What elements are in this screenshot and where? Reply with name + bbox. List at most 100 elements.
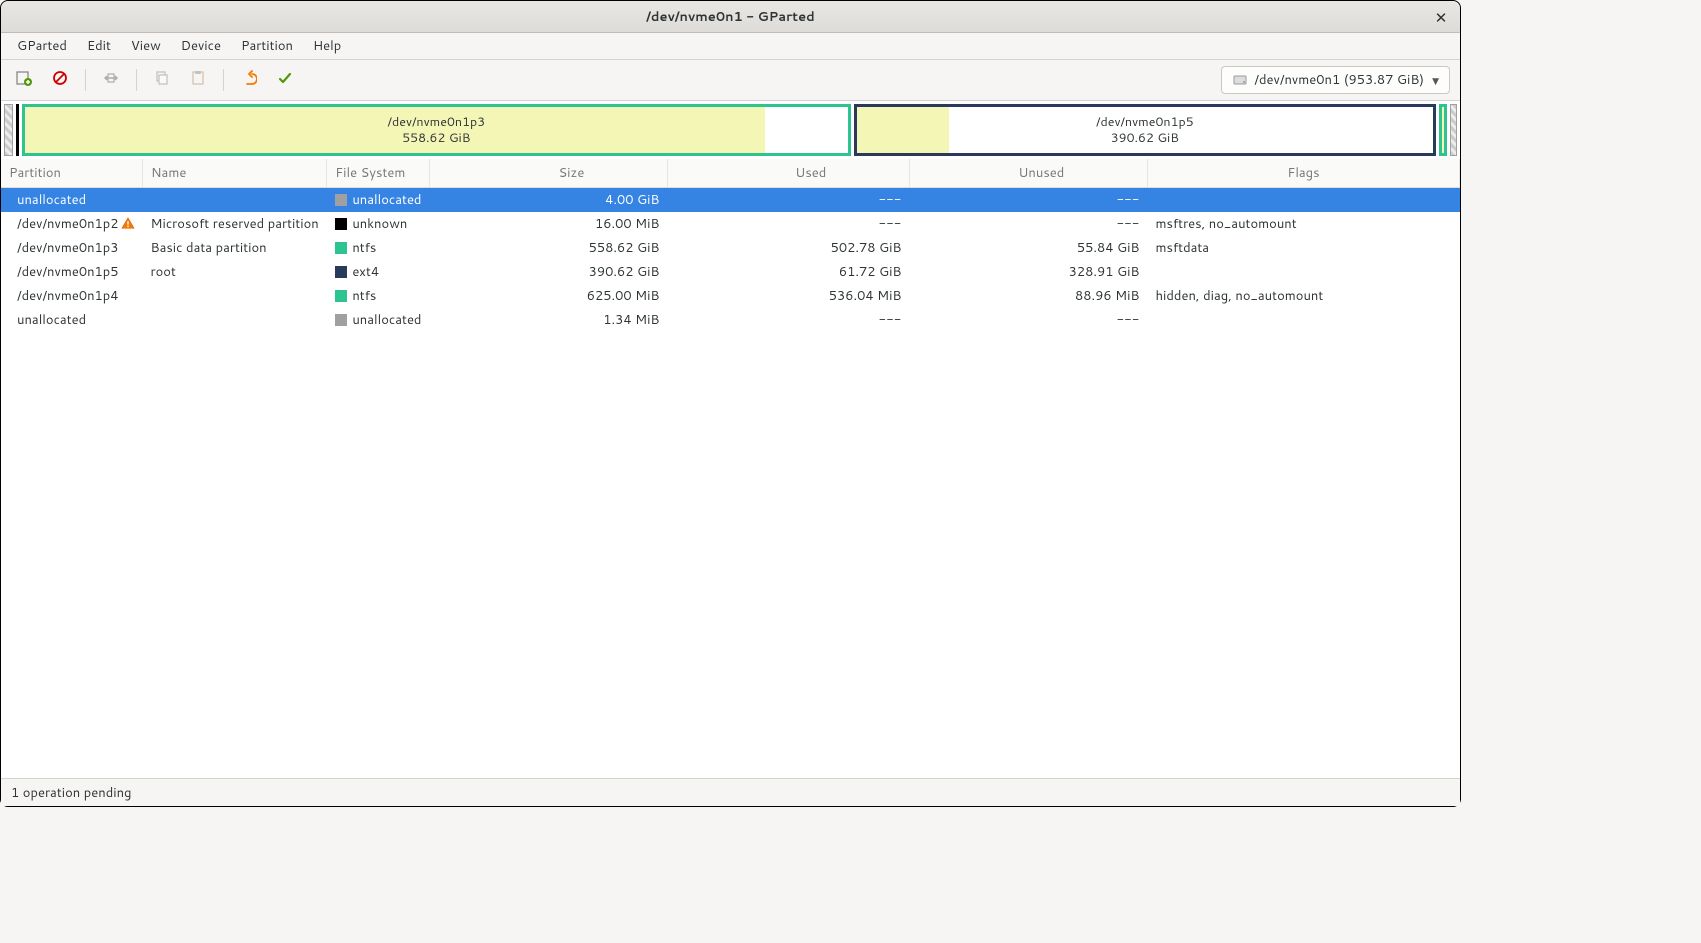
cell-filesystem: unallocated [352, 311, 421, 329]
cell-filesystem: ntfs [352, 239, 376, 257]
visual-part-p4[interactable] [1439, 104, 1447, 156]
cell-unused: --- [909, 308, 1147, 332]
visual-part-label: /dev/nvme0n1p3558.62 GiB [388, 114, 486, 147]
copy-icon [154, 70, 170, 91]
partition-visual-bar: /dev/nvme0n1p3558.62 GiB/dev/nvme0n1p539… [1, 100, 1460, 159]
cell-partition: /dev/nvme0n1p5 [17, 263, 119, 281]
toolbar-separator [136, 69, 137, 91]
cell-flags: msftres, no_automount [1147, 212, 1459, 236]
menu-view[interactable]: View [121, 33, 171, 59]
cell-used: --- [667, 212, 909, 236]
partition-table: Partition Name File System Size Used Unu… [1, 159, 1460, 778]
cell-name [143, 188, 327, 213]
cell-filesystem: unknown [352, 215, 407, 233]
cell-unused: 328.91 GiB [909, 260, 1147, 284]
table-row[interactable]: unallocated unallocated1.34 MiB------ [1, 308, 1460, 332]
disk-icon [1232, 72, 1248, 88]
close-icon[interactable]: ✕ [1432, 7, 1450, 25]
col-partition[interactable]: Partition [1, 159, 143, 188]
fs-swatch [335, 242, 347, 254]
cell-size: 390.62 GiB [429, 260, 667, 284]
delete-icon [52, 70, 68, 91]
cell-flags: msftdata [1147, 236, 1459, 260]
cell-flags [1147, 308, 1459, 332]
status-text: 1 operation pending [11, 784, 132, 802]
cell-partition: /dev/nvme0n1p2 [17, 215, 119, 233]
cell-partition: /dev/nvme0n1p4 [17, 287, 119, 305]
col-filesystem[interactable]: File System [327, 159, 430, 188]
table-row[interactable]: /dev/nvme0n1p2 Microsoft reserved partiti… [1, 212, 1460, 236]
col-unused[interactable]: Unused [909, 159, 1147, 188]
cell-flags [1147, 188, 1459, 213]
cell-size: 625.00 MiB [429, 284, 667, 308]
delete-partition-button[interactable] [43, 65, 77, 95]
undo-icon [241, 70, 257, 91]
titlebar: /dev/nvme0n1 - GParted ✕ [1, 1, 1460, 33]
table-row[interactable]: /dev/nvme0n1p4 ntfs 625.00 MiB536.04 MiB8… [1, 284, 1460, 308]
cell-unused: 55.84 GiB [909, 236, 1147, 260]
cell-name: Microsoft reserved partition [143, 212, 327, 236]
menubar: GParted Edit View Device Partition Help [1, 33, 1460, 60]
fs-swatch [335, 218, 347, 230]
cell-used: 502.78 GiB [667, 236, 909, 260]
cell-used: 61.72 GiB [667, 260, 909, 284]
col-used[interactable]: Used [667, 159, 909, 188]
warning-icon [121, 216, 135, 230]
cell-name: Basic data partition [143, 236, 327, 260]
cell-unused: --- [909, 188, 1147, 213]
cell-unused: 88.96 MiB [909, 284, 1147, 308]
toolbar-separator [223, 69, 224, 91]
menu-gparted[interactable]: GParted [7, 33, 77, 59]
cell-flags [1147, 260, 1459, 284]
cell-filesystem: ntfs [352, 287, 376, 305]
fs-swatch [335, 194, 347, 206]
statusbar: 1 operation pending [1, 778, 1460, 806]
apply-button[interactable] [268, 65, 302, 95]
visual-part-un1[interactable] [1450, 104, 1457, 156]
resize-icon [103, 70, 119, 91]
table-row[interactable]: /dev/nvme0n1p3Basic data partition ntfs5… [1, 236, 1460, 260]
cell-size: 558.62 GiB [429, 236, 667, 260]
chevron-down-icon: ▼ [1432, 74, 1439, 87]
undo-button[interactable] [232, 65, 266, 95]
cell-unused: --- [909, 212, 1147, 236]
table-row[interactable]: unallocated unallocated4.00 GiB------ [1, 188, 1460, 213]
fs-swatch [335, 314, 347, 326]
new-partition-button[interactable] [7, 65, 41, 95]
cell-name: root [143, 260, 327, 284]
cell-size: 16.00 MiB [429, 212, 667, 236]
cell-name [143, 284, 327, 308]
window-title: /dev/nvme0n1 - GParted [646, 8, 814, 26]
copy-button[interactable] [145, 65, 179, 95]
col-name[interactable]: Name [143, 159, 327, 188]
cell-partition: unallocated [17, 191, 86, 209]
col-size[interactable]: Size [429, 159, 667, 188]
apply-icon [277, 70, 293, 91]
table-row[interactable]: /dev/nvme0n1p5root ext4390.62 GiB61.72 G… [1, 260, 1460, 284]
col-flags[interactable]: Flags [1147, 159, 1459, 188]
cell-size: 4.00 GiB [429, 188, 667, 213]
menu-device[interactable]: Device [171, 33, 231, 59]
cell-used: --- [667, 188, 909, 213]
paste-icon [190, 70, 206, 91]
paste-button[interactable] [181, 65, 215, 95]
visual-part-p5[interactable]: /dev/nvme0n1p5390.62 GiB [854, 104, 1436, 156]
new-icon [16, 70, 32, 91]
visual-part-label: /dev/nvme0n1p5390.62 GiB [1096, 114, 1194, 147]
device-selector-label: /dev/nvme0n1 (953.87 GiB) [1254, 71, 1424, 89]
cell-partition: unallocated [17, 311, 86, 329]
visual-part-p2[interactable] [16, 104, 19, 156]
table-header-row: Partition Name File System Size Used Unu… [1, 159, 1460, 188]
cell-filesystem: unallocated [352, 191, 421, 209]
cell-used: 536.04 MiB [667, 284, 909, 308]
visual-part-p3[interactable]: /dev/nvme0n1p3558.62 GiB [22, 104, 851, 156]
menu-edit[interactable]: Edit [77, 33, 121, 59]
visual-part-un0[interactable] [4, 104, 13, 156]
toolbar: /dev/nvme0n1 (953.87 GiB) ▼ [1, 60, 1460, 100]
resize-move-button[interactable] [94, 65, 128, 95]
device-selector[interactable]: /dev/nvme0n1 (953.87 GiB) ▼ [1221, 66, 1450, 94]
menu-partition[interactable]: Partition [231, 33, 303, 59]
menu-help[interactable]: Help [303, 33, 351, 59]
cell-flags: hidden, diag, no_automount [1147, 284, 1459, 308]
cell-used: --- [667, 308, 909, 332]
